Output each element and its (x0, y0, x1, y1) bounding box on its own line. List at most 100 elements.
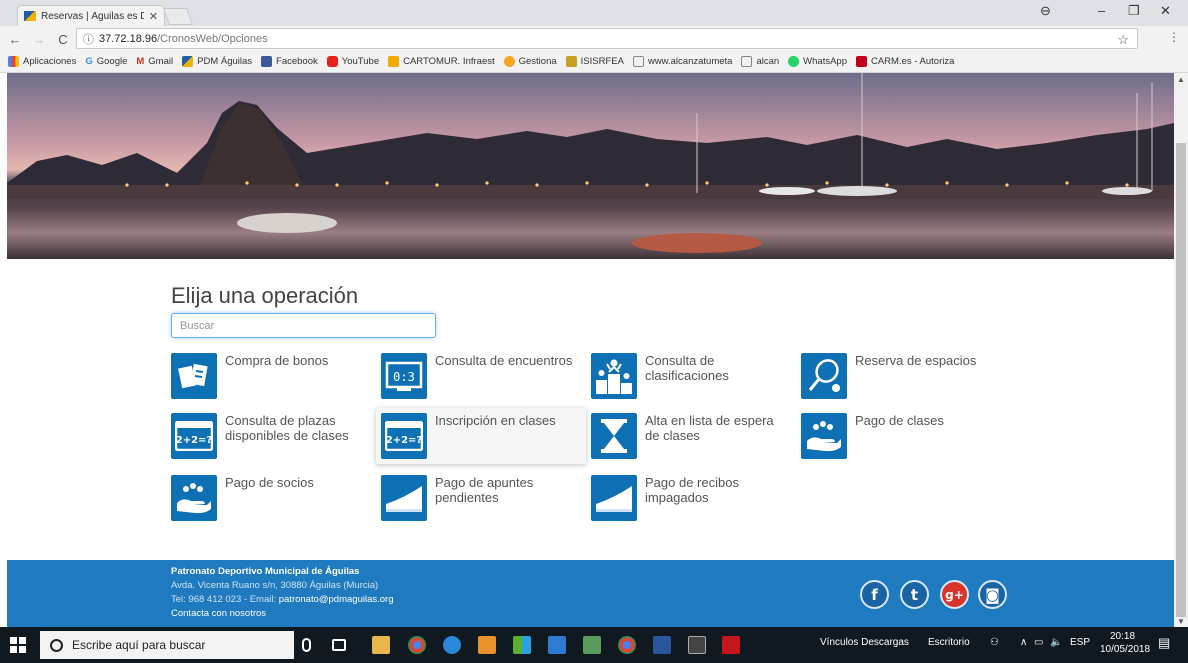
clock-time[interactable]: 20:18 (1110, 631, 1135, 642)
bookmark-star-icon[interactable]: ☆ (1117, 32, 1129, 48)
page-icon (741, 55, 753, 67)
operation-pago-de-recibos[interactable]: Pago de recibos impagados (586, 470, 796, 526)
info-icon[interactable]: ⓘ (83, 31, 94, 47)
svg-text:0:3: 0:3 (393, 370, 415, 384)
browser-chrome: Reservas | Águilas es Dep ✕ ⊖ – ❐ ✕ ← → … (0, 0, 1188, 73)
operation-reserva-de-espacios[interactable]: Reserva de espacios (796, 348, 1006, 404)
acrobat-icon[interactable] (722, 636, 740, 654)
operation-label: Pago de recibos impagados (645, 475, 739, 505)
menu-icon[interactable]: ⋮ (1168, 30, 1180, 44)
bookmark-item[interactable]: Gestiona (503, 55, 557, 67)
bookmark-item[interactable]: PDM Águilas (182, 55, 252, 67)
search-input[interactable] (171, 313, 436, 338)
footer-title: Patronato Deportivo Municipal de Águilas (171, 566, 360, 577)
taskbar-search[interactable]: Escribe aquí para buscar (40, 631, 294, 659)
bookmark-item[interactable]: CARTOMUR. Infraest (388, 55, 495, 67)
gestiona-icon (503, 55, 515, 67)
calculator-icon[interactable] (688, 636, 706, 654)
operation-pago-de-socios[interactable]: Pago de socios (166, 470, 376, 526)
instagram-icon[interactable]: ◙ (978, 580, 1007, 609)
bookmark-item[interactable]: WhatsApp (788, 55, 847, 67)
hourglass-icon (591, 413, 637, 459)
gmail-icon: M (136, 55, 145, 67)
svg-text:2+2=?: 2+2=? (176, 435, 213, 446)
operation-label: Alta en lista de espera de clases (645, 413, 774, 443)
operation-compra-de-bonos[interactable]: Compra de bonos (166, 348, 376, 404)
language-indicator[interactable]: ESP (1070, 637, 1090, 648)
operation-label: Consulta de plazas disponibles de clases (225, 413, 349, 443)
operation-consulta-de-clasificaciones[interactable]: Consulta de clasificaciones (586, 348, 796, 404)
chrome-active-icon[interactable] (618, 636, 636, 654)
twitter-icon[interactable]: t (900, 580, 929, 609)
bookmark-item[interactable]: CARM.es - Autoriza (855, 55, 954, 67)
reload-icon[interactable]: C (54, 32, 72, 47)
operation-label: Pago de clases (855, 413, 944, 428)
operation-label: Inscripción en clases (435, 413, 556, 428)
operation-label: Consulta de clasificaciones (645, 353, 729, 383)
isisrfea-icon (565, 55, 577, 67)
blackboard-icon: 2+2=? (381, 413, 427, 459)
tickets-icon (171, 353, 217, 399)
microphone-icon[interactable] (302, 638, 311, 652)
google-plus-icon[interactable]: g+ (940, 580, 969, 609)
restore-icon[interactable]: ❐ (1128, 3, 1140, 19)
app-icon[interactable] (583, 636, 601, 654)
operation-consulta-de-encuentros[interactable]: 0:3 Consulta de encuentros (376, 348, 586, 404)
close-tab-icon[interactable]: ✕ (149, 10, 158, 23)
scroll-down-icon[interactable]: ▼ (1177, 617, 1185, 626)
browser-tab[interactable]: Reservas | Águilas es Dep ✕ (17, 5, 165, 26)
footer-contact: Tel: 968 412 023 - Email: patronato@pdma… (171, 594, 394, 605)
word-icon[interactable] (653, 636, 671, 654)
bookmark-item[interactable]: M Gmail (136, 56, 173, 67)
bookmark-item[interactable]: YouTube (326, 55, 379, 67)
photos-icon[interactable] (513, 636, 531, 654)
scroll-up-icon[interactable]: ▲ (1177, 75, 1185, 84)
minimize-icon[interactable]: – (1098, 3, 1105, 18)
task-view-icon[interactable] (332, 639, 346, 651)
tray-overflow-icon[interactable]: ∧ (1020, 637, 1027, 648)
blackboard-icon: 2+2=? (171, 413, 217, 459)
bookmark-item[interactable]: Aplicaciones (8, 55, 76, 67)
new-tab-button[interactable] (162, 8, 194, 25)
ramp-icon (381, 475, 427, 521)
close-window-icon[interactable]: ✕ (1160, 3, 1171, 19)
address-bar[interactable]: ⓘ 37.72.18.96/CronosWeb/Opciones ☆ (76, 28, 1138, 49)
edge-icon[interactable] (443, 636, 461, 654)
tray-desktop[interactable]: Escritorio (928, 637, 970, 648)
scroll-thumb[interactable] (1176, 143, 1186, 617)
contact-link[interactable]: Contacta con nosotros (171, 608, 266, 619)
explorer-icon[interactable] (548, 636, 566, 654)
notifications-icon[interactable]: ▤ (1158, 635, 1170, 651)
store-icon[interactable] (372, 636, 390, 654)
network-icon[interactable]: ▭ (1034, 637, 1043, 648)
hero-banner-image (7, 73, 1174, 259)
facebook-icon[interactable]: f (860, 580, 889, 609)
bookmark-item[interactable]: G Google (85, 56, 127, 67)
email-link[interactable]: patronato@pdmaguilas.org (279, 594, 394, 605)
volume-icon[interactable]: 🔈 (1050, 637, 1062, 648)
outlook-icon[interactable] (478, 636, 496, 654)
carm-icon (855, 55, 867, 67)
forward-icon[interactable]: → (30, 32, 48, 47)
operation-inscripcion-en-clases[interactable]: 2+2=? Inscripción en clases (376, 408, 586, 464)
bookmark-item[interactable]: www.alcanzatumeta (632, 55, 732, 67)
windows-start-icon[interactable] (10, 637, 26, 653)
clock-date[interactable]: 10/05/2018 (1100, 644, 1150, 655)
operation-consulta-de-plazas[interactable]: 2+2=? Consulta de plazas disponibles de … (166, 408, 376, 464)
back-icon[interactable]: ← (6, 32, 24, 47)
operation-alta-lista-espera[interactable]: Alta en lista de espera de clases (586, 408, 796, 464)
operation-label: Pago de socios (225, 475, 314, 490)
taskbar: Escribe aquí para buscar Vínculos Descar… (0, 627, 1188, 663)
scrollbar[interactable]: ▲ ▼ (1174, 73, 1188, 627)
bookmark-item[interactable]: ISISRFEA (565, 55, 624, 67)
bookmark-item[interactable]: alcan (741, 55, 779, 67)
operation-pago-de-apuntes[interactable]: Pago de apuntes pendientes (376, 470, 586, 526)
tray-links[interactable]: Vínculos Descargas (820, 637, 909, 648)
taskbar-search-placeholder: Escribe aquí para buscar (72, 638, 206, 652)
operation-pago-de-clases[interactable]: Pago de clases (796, 408, 1006, 464)
bookmark-item[interactable]: Facebook (261, 55, 318, 67)
chrome-icon[interactable] (408, 636, 426, 654)
people-icon[interactable]: ⚇ (990, 637, 999, 648)
profile-icon[interactable]: ⊖ (1040, 3, 1051, 19)
coins-hand-icon (801, 413, 847, 459)
